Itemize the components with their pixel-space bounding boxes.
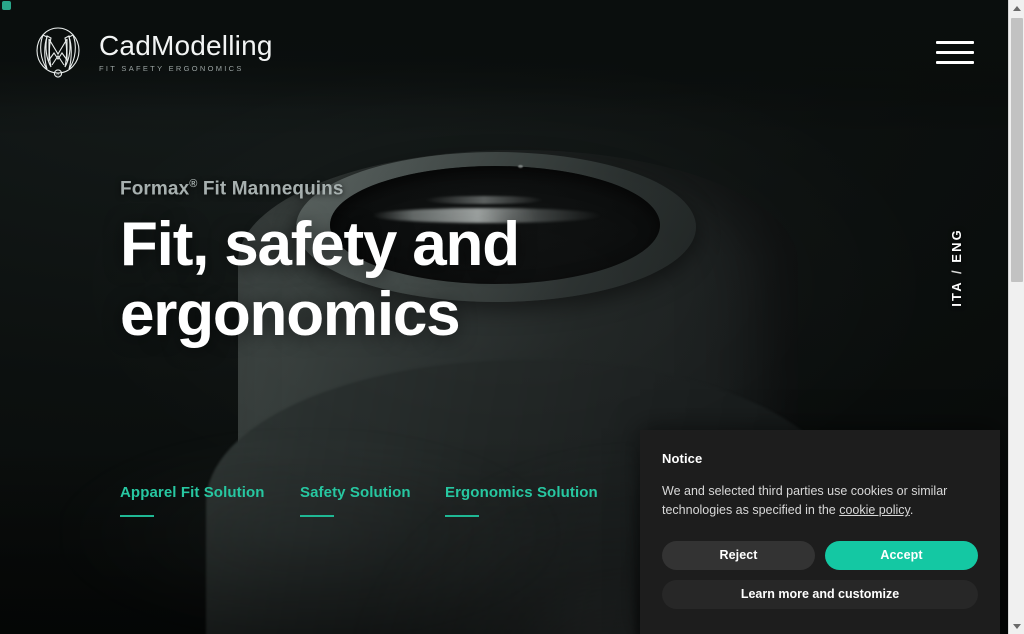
- cadmodelling-emblem-icon: R: [36, 27, 80, 78]
- svg-text:R: R: [56, 72, 60, 77]
- solution-link-apparel-fit[interactable]: Apparel Fit Solution: [120, 484, 300, 517]
- hero-title-line-2: ergonomics: [120, 279, 461, 349]
- language-option-ita[interactable]: ITA: [949, 280, 964, 307]
- solution-link-underline: [120, 515, 154, 517]
- hero-eyebrow-suffix: Fit Mannequins: [197, 178, 344, 200]
- vertical-scrollbar[interactable]: [1008, 0, 1024, 634]
- browser-page: R CadModelling FIT SAFETY ERGONOMICS For…: [0, 0, 1024, 634]
- language-separator: /: [949, 262, 964, 281]
- cookie-consent-banner: Notice We and selected third parties use…: [640, 430, 1000, 634]
- page-viewport: R CadModelling FIT SAFETY ERGONOMICS For…: [0, 0, 1008, 634]
- reject-button[interactable]: Reject: [662, 540, 815, 570]
- solution-links: Apparel Fit Solution Safety Solution Erg…: [120, 484, 605, 517]
- brand-logo-link[interactable]: R CadModelling FIT SAFETY ERGONOMICS: [30, 23, 273, 81]
- solution-link-label: Safety Solution: [300, 484, 411, 501]
- hero-title-line-1: Fit, safety and: [120, 210, 520, 280]
- learn-more-and-customize-button[interactable]: Learn more and customize: [662, 579, 978, 609]
- language-switcher[interactable]: ITA / ENG: [949, 228, 964, 307]
- arrow-up-glyph: [1013, 5, 1021, 11]
- cookie-banner-title: Notice: [662, 451, 703, 466]
- solution-link-ergonomics[interactable]: Ergonomics Solution: [445, 484, 605, 517]
- cookie-banner-body: We and selected third parties use cookie…: [662, 482, 978, 521]
- hero-section: Formax® Fit Mannequins Fit, safety and er…: [120, 178, 520, 349]
- cookie-body-text-end: .: [909, 503, 914, 518]
- site-header: R CadModelling FIT SAFETY ERGONOMICS: [0, 0, 1008, 104]
- solution-link-safety[interactable]: Safety Solution: [300, 484, 445, 517]
- hero-eyebrow-brand: Formax: [120, 178, 190, 200]
- menu-bar-2: [936, 50, 974, 54]
- solution-link-label: Apparel Fit Solution: [120, 484, 265, 501]
- cookie-button-row: Reject Accept: [662, 540, 978, 570]
- corner-artifact: [2, 1, 11, 10]
- cookie-policy-link[interactable]: cookie policy: [839, 503, 910, 517]
- solution-link-underline: [445, 515, 479, 517]
- solution-link-label: Ergonomics Solution: [445, 484, 598, 501]
- scroll-up-arrow-icon[interactable]: [1009, 0, 1024, 16]
- menu-bar-3: [936, 60, 974, 64]
- scrollbar-thumb[interactable]: [1011, 18, 1023, 282]
- accept-button[interactable]: Accept: [825, 540, 978, 570]
- solution-link-underline: [300, 515, 334, 517]
- menu-bar-1: [936, 40, 974, 44]
- brand-tagline: FIT SAFETY ERGONOMICS: [99, 64, 244, 74]
- hero-eyebrow: Formax® Fit Mannequins: [120, 178, 519, 200]
- arrow-down-glyph: [1013, 623, 1021, 629]
- page-title: Fit, safety and ergonomics: [120, 210, 520, 349]
- language-option-eng[interactable]: ENG: [949, 228, 964, 263]
- brand-name: CadModelling: [99, 29, 273, 61]
- scroll-down-arrow-icon[interactable]: [1009, 618, 1024, 634]
- hamburger-menu-icon[interactable]: [936, 36, 976, 68]
